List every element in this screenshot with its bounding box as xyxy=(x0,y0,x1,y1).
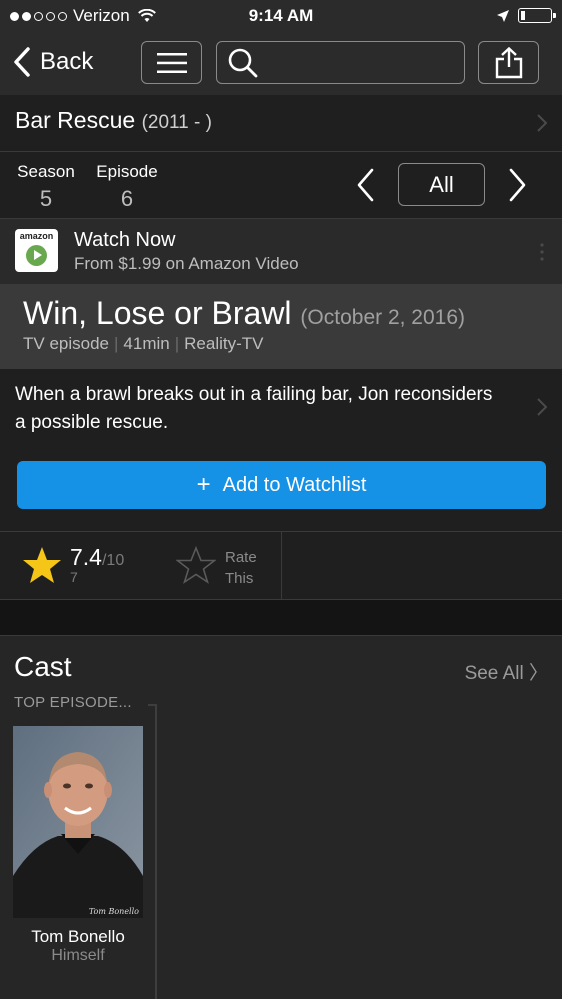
watchlist-label: Add to Watchlist xyxy=(222,473,367,496)
clock: 9:14 AM xyxy=(248,6,314,25)
chevron-left-icon xyxy=(14,47,30,77)
more-options-icon[interactable] xyxy=(540,243,544,261)
rate-this-button[interactable]: Rate This xyxy=(225,547,257,589)
watch-now-row[interactable]: amazon Watch Now From $1.99 on Amazon Vi… xyxy=(0,219,562,284)
episode-title-line: Win, Lose or Brawl (October 2, 2016) xyxy=(23,295,465,332)
chevron-right-icon xyxy=(537,398,548,416)
cast-heading: Cast xyxy=(14,651,72,682)
photo-caption: Tom Bonello xyxy=(89,907,139,916)
plot-summary[interactable]: When a brawl breaks out in a failing bar… xyxy=(15,381,505,437)
plot-section: When a brawl breaks out in a failing bar… xyxy=(0,369,562,532)
episode-title: Win, Lose or Brawl xyxy=(23,295,292,331)
episode-header: Win, Lose or Brawl (October 2, 2016) TV … xyxy=(0,284,562,369)
plus-icon: + xyxy=(196,471,211,498)
battery-icon xyxy=(518,8,556,23)
share-button[interactable] xyxy=(478,41,539,84)
divider xyxy=(155,704,157,999)
episode-date: (October 2, 2016) xyxy=(300,306,466,329)
next-episode-button[interactable] xyxy=(507,167,529,203)
series-years: (2011 - ) xyxy=(141,112,212,133)
episode-navigation: Season 5 Episode 6 All xyxy=(0,152,562,219)
back-label: Back xyxy=(40,48,94,75)
hamburger-icon xyxy=(156,52,187,73)
episode-runtime: 41min xyxy=(123,334,170,353)
divider xyxy=(148,704,157,706)
rating-value: 7.4 xyxy=(70,544,102,570)
chevron-right-icon xyxy=(537,114,548,132)
search-field[interactable] xyxy=(216,41,465,84)
episode-label: Episode xyxy=(96,162,158,181)
series-title: Bar Rescue (2011 - ) xyxy=(15,107,212,134)
season-value: 5 xyxy=(39,186,53,211)
rating-score: 7.4/10 xyxy=(70,544,124,571)
episode-value: 6 xyxy=(120,186,134,211)
star-icon xyxy=(23,547,61,583)
star-outline-icon[interactable] xyxy=(176,546,216,584)
cast-member-name[interactable]: Tom Bonello xyxy=(13,927,143,947)
season-selector[interactable]: Season 5 xyxy=(15,162,77,212)
series-name: Bar Rescue xyxy=(15,107,136,133)
menu-button[interactable] xyxy=(141,41,202,84)
season-label: Season xyxy=(17,162,75,181)
divider xyxy=(281,532,282,600)
share-icon xyxy=(495,46,522,78)
battery-fill xyxy=(521,11,525,20)
episode-genre[interactable]: Reality-TV xyxy=(184,334,263,353)
status-right xyxy=(496,8,556,23)
all-episodes-button[interactable]: All xyxy=(398,163,485,206)
series-link-row[interactable]: Bar Rescue (2011 - ) xyxy=(0,95,562,152)
rating-scale: /10 xyxy=(101,552,125,569)
cast-section: Cast See All 〉 TOP EPISODE... Tom Bonell… xyxy=(0,636,562,999)
episode-type: TV episode xyxy=(23,334,109,353)
amazon-video-logo: amazon xyxy=(15,229,58,272)
back-button[interactable]: Back xyxy=(12,46,93,78)
cast-member-role: Himself xyxy=(51,947,105,964)
location-arrow-icon xyxy=(497,9,509,22)
previous-episode-button[interactable] xyxy=(354,167,376,203)
add-to-watchlist-button[interactable]: + Add to Watchlist xyxy=(17,461,546,509)
episode-selector[interactable]: Episode 6 xyxy=(93,162,161,212)
episode-meta: TV episode | 41min | Reality-TV xyxy=(23,334,264,353)
search-icon xyxy=(228,48,258,77)
see-all-cast-link[interactable]: See All 〉 xyxy=(465,658,548,685)
top-episode-label: TOP EPISODE... xyxy=(14,694,132,711)
section-spacer xyxy=(0,600,562,636)
status-bar: Verizon 9:14 AM xyxy=(0,0,562,32)
rate-label-line2: This xyxy=(225,570,254,587)
rating-count: 7 xyxy=(70,569,78,585)
amazon-logo-text: amazon xyxy=(19,231,54,241)
navigation-bar: Back xyxy=(0,32,562,95)
play-icon xyxy=(26,245,47,266)
cast-photo-tom-bonello[interactable]: Tom Bonello xyxy=(13,726,143,918)
rate-label-line1: Rate xyxy=(225,549,257,566)
rating-row: 7.4/10 7 Rate This xyxy=(0,532,562,600)
watch-now-price: From $1.99 on Amazon Video xyxy=(74,254,299,273)
watch-now-title: Watch Now xyxy=(74,229,176,251)
